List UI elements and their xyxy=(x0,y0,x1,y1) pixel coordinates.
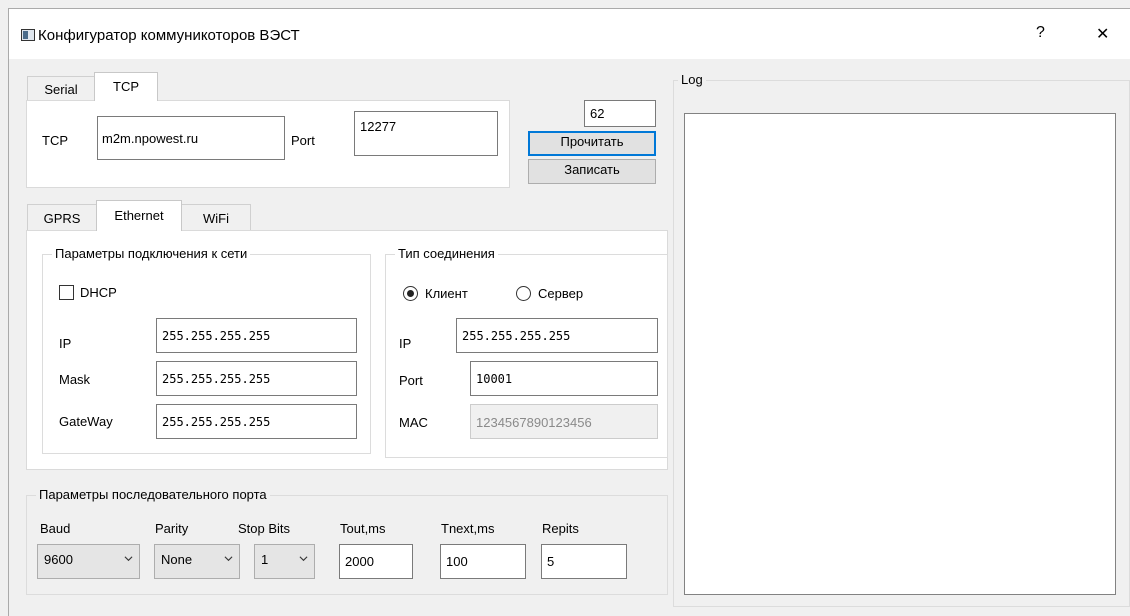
log-title: Log xyxy=(678,72,706,87)
device-address-input[interactable]: 62 xyxy=(584,100,656,127)
help-button[interactable]: ? xyxy=(1036,24,1045,42)
baud-select[interactable]: 9600 xyxy=(37,544,140,579)
close-button[interactable]: ✕ xyxy=(1096,24,1109,44)
conn-ip-input[interactable]: 255.255.255.255 xyxy=(456,318,658,353)
write-button[interactable]: Записать xyxy=(528,159,656,184)
log-textbox[interactable] xyxy=(684,113,1116,595)
conn-port-label: Port xyxy=(399,373,423,388)
tab-wifi[interactable]: WiFi xyxy=(181,204,251,230)
mac-input: 1234567890123456 xyxy=(470,404,658,439)
chevron-down-icon xyxy=(124,556,133,562)
chevron-down-icon xyxy=(224,556,233,562)
ip-input[interactable]: 255.255.255.255 xyxy=(156,318,357,353)
parity-label: Parity xyxy=(155,521,189,536)
tnext-input[interactable]: 100 xyxy=(440,544,526,579)
dhcp-checkbox[interactable] xyxy=(59,285,74,300)
chevron-down-icon xyxy=(299,556,308,562)
repits-label: Repits xyxy=(542,521,579,536)
parity-select[interactable]: None xyxy=(154,544,240,579)
client-radio[interactable] xyxy=(403,286,418,301)
window-title: Конфигуратор коммуникоторов ВЭСТ xyxy=(38,27,300,44)
repits-input[interactable]: 5 xyxy=(541,544,627,579)
client-label: Клиент xyxy=(425,286,468,301)
mask-label: Mask xyxy=(59,372,91,387)
mask-input[interactable]: 255.255.255.255 xyxy=(156,361,357,396)
conn-port-input[interactable]: 10001 xyxy=(470,361,658,396)
tab-serial[interactable]: Serial xyxy=(27,76,95,100)
tab-tcp[interactable]: TCP xyxy=(94,72,158,101)
baud-label: Baud xyxy=(40,521,71,536)
tab-gprs[interactable]: GPRS xyxy=(27,204,97,230)
read-button[interactable]: Прочитать xyxy=(528,131,656,156)
gateway-label: GateWay xyxy=(59,414,113,429)
ip-label: IP xyxy=(59,336,72,351)
tcp-port-label: Port xyxy=(291,133,315,148)
server-label: Сервер xyxy=(538,286,584,301)
tout-input[interactable]: 2000 xyxy=(339,544,413,579)
mac-label: MAC xyxy=(399,415,428,430)
tout-label: Tout,ms xyxy=(340,521,386,536)
conn-ip-label: IP xyxy=(399,336,412,351)
tcp-port-input[interactable]: 12277 xyxy=(354,111,498,156)
stopbits-value: 1 xyxy=(261,552,269,567)
tcp-host-input[interactable]: m2m.npowest.ru xyxy=(97,116,285,160)
tab-ethernet[interactable]: Ethernet xyxy=(96,200,182,231)
app-icon xyxy=(21,29,35,41)
tcp-host-label: TCP xyxy=(42,133,68,148)
tnext-label: Tnext,ms xyxy=(441,521,495,536)
gateway-input[interactable]: 255.255.255.255 xyxy=(156,404,357,439)
server-radio[interactable] xyxy=(516,286,531,301)
connection-type-title: Тип соединения xyxy=(395,246,498,261)
dhcp-label: DHCP xyxy=(80,285,117,300)
baud-value: 9600 xyxy=(44,552,73,567)
stopbits-select[interactable]: 1 xyxy=(254,544,315,579)
parity-value: None xyxy=(161,552,193,567)
serial-params-title: Параметры последовательного порта xyxy=(36,487,270,502)
network-params-title: Параметры подключения к сети xyxy=(52,246,251,261)
stopbits-label: Stop Bits xyxy=(238,521,291,536)
